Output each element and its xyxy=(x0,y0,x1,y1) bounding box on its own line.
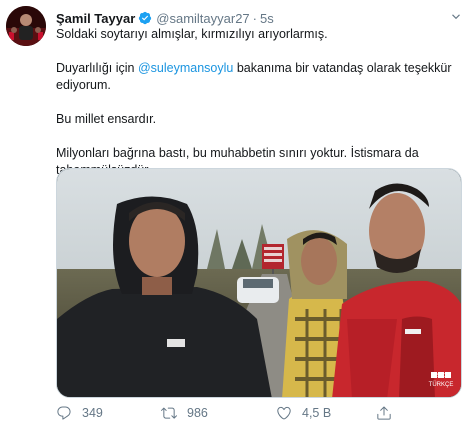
video-frame: BBC TÜRKÇE xyxy=(57,169,461,397)
share-icon xyxy=(377,406,391,420)
reply-count: 349 xyxy=(82,406,103,420)
tweet-line-2-prefix: Duyarlılığı için xyxy=(56,61,138,75)
mention-link[interactable]: @suleymansoylu xyxy=(138,61,233,75)
separator-dot: · xyxy=(252,10,258,26)
retweet-button[interactable]: 986 xyxy=(161,403,208,423)
watermark-line-1: BBC xyxy=(436,373,447,379)
tweet-line-2: Duyarlılığı için @suleymansoylu bakanıma… xyxy=(56,60,461,94)
video-media[interactable]: BBC TÜRKÇE xyxy=(56,168,462,398)
heart-icon xyxy=(277,406,291,420)
timestamp[interactable]: 5s xyxy=(260,11,274,26)
handle[interactable]: @samiltayyar27 xyxy=(156,11,249,26)
tweet-header: Şamil Tayyar @samiltayyar27 · 5s xyxy=(56,9,274,27)
tweet-line-3: Bu millet ensardır. xyxy=(56,112,157,126)
action-bar: 349 986 4,5 B xyxy=(56,403,461,423)
chevron-down-icon[interactable] xyxy=(449,10,463,24)
avatar-image xyxy=(6,6,46,46)
tweet-text: Soldaki soytarıyı almışlar, kırmızılıyı … xyxy=(56,26,461,179)
tweet-line-1: Soldaki soytarıyı almışlar, kırmızılıyı … xyxy=(56,27,328,41)
tweet[interactable]: Şamil Tayyar @samiltayyar27 · 5s Soldaki… xyxy=(0,0,473,433)
retweet-count: 986 xyxy=(187,406,208,420)
reply-button[interactable]: 349 xyxy=(56,403,103,423)
verified-badge-icon xyxy=(139,11,152,25)
avatar[interactable] xyxy=(6,6,46,46)
display-name[interactable]: Şamil Tayyar xyxy=(56,11,135,26)
like-count: 4,5 B xyxy=(302,406,332,420)
retweet-icon xyxy=(161,407,177,419)
like-button[interactable]: 4,5 B xyxy=(276,403,331,423)
share-button[interactable] xyxy=(376,403,402,423)
reply-icon xyxy=(57,406,71,420)
watermark-line-2: TÜRKÇE xyxy=(429,381,454,388)
